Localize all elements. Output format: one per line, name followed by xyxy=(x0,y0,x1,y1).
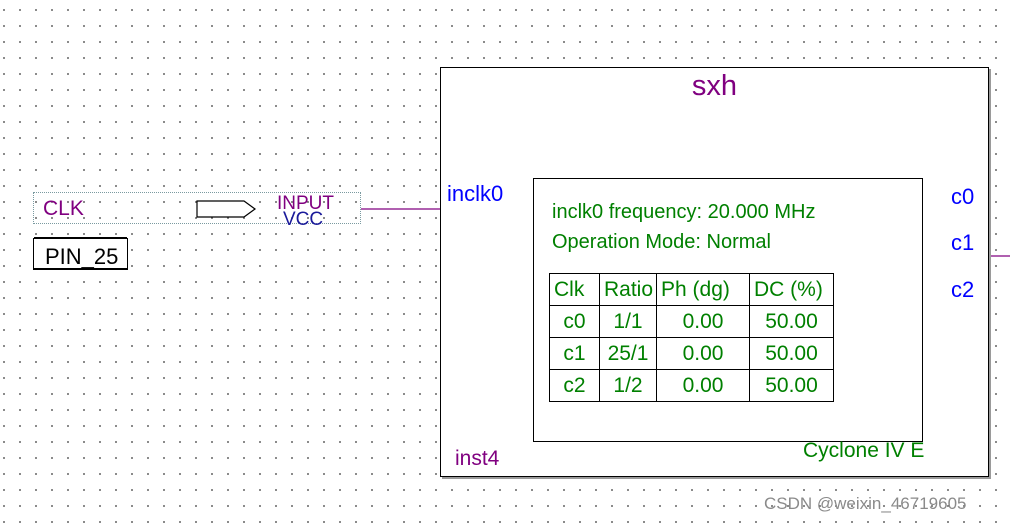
table-row: c0 1/1 0.00 50.00 xyxy=(549,305,834,338)
instance-name: inst4 xyxy=(455,447,500,470)
clock-settings-table: Clk Ratio Ph (dg) DC (%) c0 1/1 0.00 50.… xyxy=(549,273,834,402)
table-cell: 0.00 xyxy=(656,369,750,402)
block-shadow xyxy=(989,69,991,479)
table-cell: c0 xyxy=(549,305,600,338)
table-row: c1 25/1 0.00 50.00 xyxy=(549,337,834,370)
table-cell: 0.00 xyxy=(656,337,750,370)
table-header: DC (%) xyxy=(749,273,834,306)
port-c2[interactable]: c2 xyxy=(951,277,974,303)
table-cell: 0.00 xyxy=(656,305,750,338)
device-family: Cyclone IV E xyxy=(803,439,925,462)
port-c1[interactable]: c1 xyxy=(951,230,974,256)
block-shadow xyxy=(442,477,991,479)
port-inclk0[interactable]: inclk0 xyxy=(447,181,510,207)
table-header-row: Clk Ratio Ph (dg) DC (%) xyxy=(549,273,834,306)
table-header: Clk xyxy=(549,273,600,306)
table-header: Ph (dg) xyxy=(656,273,750,306)
table-cell: 50.00 xyxy=(749,305,834,338)
table-cell: 1/2 xyxy=(599,369,657,402)
watermark: CSDN @weixin_46719605 xyxy=(764,494,967,513)
block-title: sxh xyxy=(691,70,738,102)
info-frequency: inclk0 frequency: 20.000 MHz xyxy=(552,201,816,223)
table-cell: 50.00 xyxy=(749,337,834,370)
port-c0[interactable]: c0 xyxy=(951,184,974,210)
pin-location: PIN_25 xyxy=(45,244,119,269)
table-header: Ratio xyxy=(599,273,657,306)
table-row: c2 1/2 0.00 50.00 xyxy=(549,369,834,402)
table-cell: 1/1 xyxy=(599,305,657,338)
schematic-canvas[interactable]: CLK INPUT VCC PIN_25 sxh inclk0 inclk0 f… xyxy=(0,0,1010,523)
table-cell: c1 xyxy=(549,337,600,370)
pin-default-value: VCC xyxy=(283,209,324,230)
pin-name: CLK xyxy=(43,197,84,220)
table-cell: 50.00 xyxy=(749,369,834,402)
table-cell: c2 xyxy=(549,369,600,402)
table-cell: 25/1 xyxy=(599,337,657,370)
info-operation-mode: Operation Mode: Normal xyxy=(552,231,771,253)
